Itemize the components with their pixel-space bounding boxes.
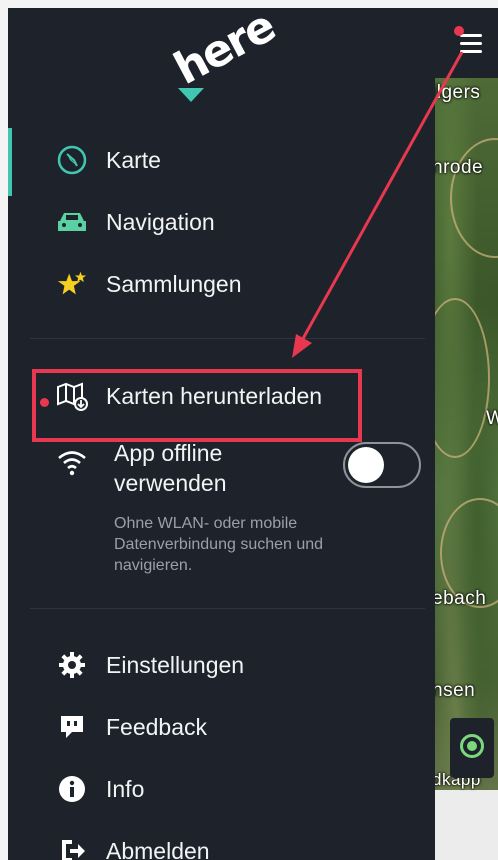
- menu-item-label: Navigation: [106, 208, 215, 235]
- divider: [30, 608, 425, 609]
- toggle-knob: [348, 447, 384, 483]
- locate-me-button[interactable]: [450, 718, 494, 778]
- menu-item-label: Info: [106, 775, 145, 802]
- stars-icon: [56, 268, 88, 300]
- menu-item-abmelden[interactable]: Abmelden: [56, 831, 416, 860]
- menu-item-label: Sammlungen: [106, 270, 242, 297]
- here-logo: here: [166, 1, 286, 110]
- menu-button[interactable]: [448, 22, 488, 66]
- map-place-label: ilgers: [432, 82, 481, 103]
- location-target-core: [467, 741, 477, 751]
- map-place-label: nsen: [432, 680, 476, 701]
- new-indicator-dot: [40, 398, 49, 407]
- menu-item-label: Karten herunterladen: [106, 382, 323, 409]
- side-menu: here Karte Navigation Sammlungen Karten …: [8, 1, 435, 860]
- map-download-icon: [56, 380, 88, 412]
- menu-item-karte[interactable]: Karte: [56, 140, 416, 180]
- menu-item-karten-herunterladen[interactable]: Karten herunterladen: [56, 376, 416, 416]
- gear-icon: [56, 649, 88, 681]
- app-screen: ilgers nrode W ebach nsen dkapp here Kar…: [0, 0, 498, 860]
- chat-bubble-icon: [56, 711, 88, 743]
- map-place-label: nrode: [432, 157, 484, 178]
- offline-mode-toggle[interactable]: [343, 442, 421, 488]
- menu-item-label: Feedback: [106, 713, 208, 740]
- wifi-icon: [56, 446, 88, 478]
- menu-item-navigation[interactable]: Navigation: [56, 202, 416, 242]
- menu-item-label: Abmelden: [106, 837, 210, 860]
- menu-item-einstellungen[interactable]: Einstellungen: [56, 645, 416, 685]
- hamburger-line: [460, 50, 482, 53]
- menu-item-feedback[interactable]: Feedback: [56, 707, 416, 747]
- logout-icon: [56, 835, 88, 860]
- hamburger-line: [460, 42, 482, 45]
- offline-mode-description: Ohne WLAN- oder mobile Datenverbindung s…: [114, 515, 324, 574]
- divider: [30, 338, 425, 339]
- map-place-label: ebach: [432, 588, 487, 609]
- menu-item-label: Einstellungen: [106, 651, 245, 678]
- compass-icon: [56, 144, 88, 176]
- hamburger-icon: [460, 34, 482, 37]
- menu-item-sammlungen[interactable]: Sammlungen: [56, 264, 416, 304]
- menu-item-label: Karte: [106, 146, 161, 173]
- notification-dot: [454, 26, 464, 36]
- map-place-label: W: [486, 408, 498, 429]
- car-icon: [56, 206, 88, 238]
- active-item-marker: [8, 128, 12, 196]
- map-bottom-area: [430, 790, 498, 860]
- offline-mode-label: App offline verwenden: [114, 440, 227, 496]
- logo-triangle: [178, 88, 204, 102]
- info-icon: [56, 773, 88, 805]
- menu-item-info[interactable]: Info: [56, 769, 416, 809]
- logo-text: here: [166, 0, 283, 95]
